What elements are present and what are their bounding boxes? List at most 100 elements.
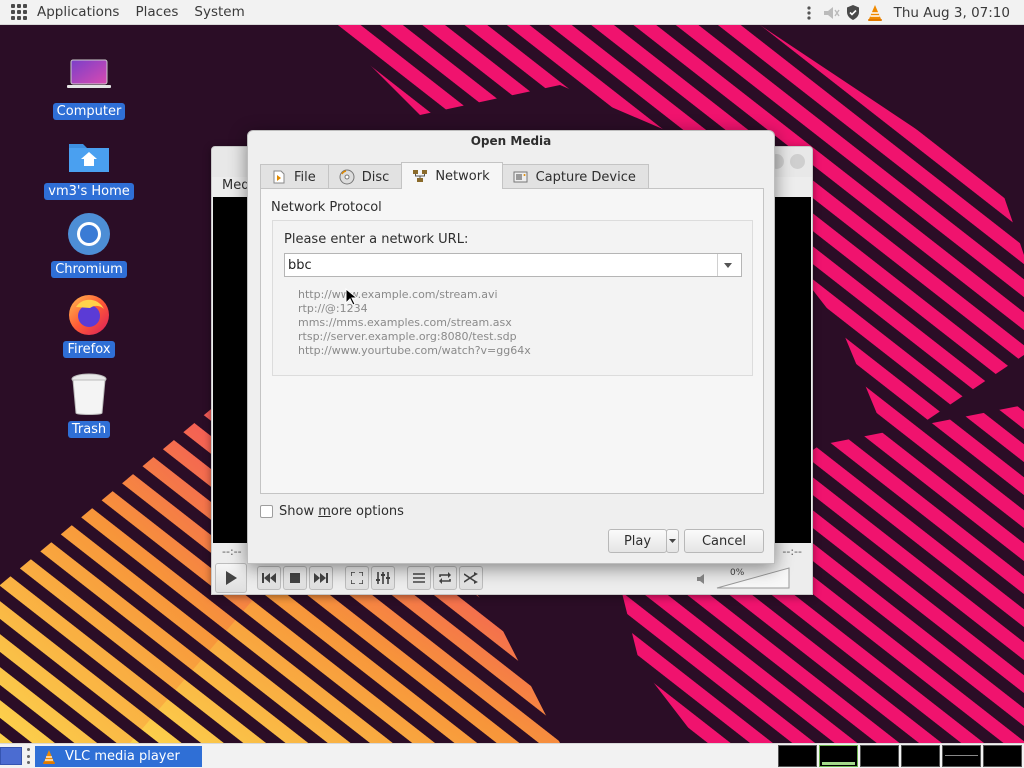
workspace-2[interactable] xyxy=(819,745,858,767)
extended-settings-button[interactable] xyxy=(371,566,395,590)
desktop-icon-label: Chromium xyxy=(51,261,127,278)
volume-level: 0% xyxy=(730,568,745,578)
file-icon xyxy=(271,169,287,185)
url-input[interactable] xyxy=(285,254,717,276)
show-more-checkbox[interactable] xyxy=(260,505,273,518)
desktop-icon-label: Firefox xyxy=(63,341,115,358)
taskbar-grip[interactable] xyxy=(27,748,31,764)
workspace-1[interactable] xyxy=(778,745,817,767)
stop-icon xyxy=(290,573,300,583)
play-button[interactable] xyxy=(215,563,247,593)
desktop-icon-label: vm3's Home xyxy=(44,183,134,200)
open-media-dialog: Open Media File Disc Network Capture Dev… xyxy=(247,130,775,564)
bottom-panel: VLC media player xyxy=(0,743,1024,768)
loop-icon xyxy=(439,572,451,584)
desktop-icon-firefox[interactable]: Firefox xyxy=(44,290,134,358)
places-menu[interactable]: Places xyxy=(127,0,186,25)
example-url: http://www.yourtube.com/watch?v=gg64x xyxy=(298,344,531,357)
taskbar-item-vlc[interactable]: VLC media player xyxy=(35,746,202,767)
shuffle-button[interactable] xyxy=(459,566,483,590)
vlc-controls: 0% xyxy=(212,561,812,595)
laptop-icon xyxy=(65,52,113,100)
menu-dots-icon[interactable] xyxy=(800,4,818,22)
previous-icon xyxy=(262,573,276,583)
chromium-icon xyxy=(65,210,113,258)
taskbar-item-label: VLC media player xyxy=(65,749,180,764)
loop-button[interactable] xyxy=(433,566,457,590)
stop-button[interactable] xyxy=(283,566,307,590)
url-dropdown-button[interactable] xyxy=(717,254,737,276)
system-tray: Thu Aug 3, 07:10 xyxy=(800,0,1024,25)
vlc-cone-icon xyxy=(43,749,55,764)
tab-label: Network xyxy=(435,168,490,184)
fullscreen-icon xyxy=(351,572,363,584)
show-more-label: Show more options xyxy=(279,504,404,519)
play-button-label: Play xyxy=(623,533,652,549)
workspace-4[interactable] xyxy=(901,745,940,767)
url-combobox[interactable] xyxy=(284,253,742,277)
time-elapsed: --:-- xyxy=(222,545,242,558)
previous-button[interactable] xyxy=(257,566,281,590)
network-tab-panel: Network Protocol Please enter a network … xyxy=(260,188,764,494)
tab-capture-device[interactable]: Capture Device xyxy=(501,164,649,189)
example-url: rtp://@:1234 xyxy=(298,302,368,315)
show-desktop-button[interactable] xyxy=(0,747,22,765)
volume-slider[interactable]: 0% xyxy=(716,567,790,593)
top-panel: Applications Places System Thu Aug 3, 07… xyxy=(0,0,1024,25)
playlist-icon xyxy=(413,573,425,583)
vlc-cone-icon[interactable] xyxy=(866,4,884,22)
time-total: --:-- xyxy=(782,545,802,558)
tab-label: Capture Device xyxy=(535,169,636,185)
tab-disc[interactable]: Disc xyxy=(327,164,403,189)
next-icon xyxy=(314,573,328,583)
workspace-6[interactable] xyxy=(983,745,1022,767)
applications-menu[interactable]: Applications xyxy=(29,0,127,25)
desktop-icon-label: Trash xyxy=(67,421,111,438)
equalizer-icon xyxy=(376,572,390,584)
tab-label: File xyxy=(294,169,316,185)
workspace-switcher xyxy=(778,745,1022,767)
home-folder-icon xyxy=(65,132,113,180)
desktop-icon-chromium[interactable]: Chromium xyxy=(44,210,134,278)
network-icon xyxy=(412,168,428,184)
volume-icon[interactable] xyxy=(696,573,708,589)
tab-bar: File Disc Network Capture Device xyxy=(260,162,649,189)
play-options-dropdown[interactable] xyxy=(666,529,679,553)
shuffle-icon xyxy=(464,572,478,584)
system-menu[interactable]: System xyxy=(186,0,252,25)
mouse-cursor xyxy=(345,287,359,310)
chevron-down-icon xyxy=(723,262,732,268)
chevron-down-icon xyxy=(669,539,676,543)
next-button[interactable] xyxy=(309,566,333,590)
desktop-icon-home[interactable]: vm3's Home xyxy=(44,132,134,200)
example-url: http://www.example.com/stream.avi xyxy=(298,288,498,301)
workspace-3[interactable] xyxy=(860,745,899,767)
close-button[interactable] xyxy=(790,154,805,169)
desktop-icon-computer[interactable]: Computer xyxy=(44,52,134,120)
volume-muted-icon[interactable] xyxy=(822,4,840,22)
tab-network[interactable]: Network xyxy=(401,162,503,189)
tab-file[interactable]: File xyxy=(260,164,329,189)
cancel-button-label: Cancel xyxy=(701,533,747,549)
example-url: rtsp://server.example.org:8080/test.sdp xyxy=(298,330,517,343)
workspace-5[interactable] xyxy=(942,745,981,767)
trash-icon xyxy=(65,370,113,418)
tab-label: Disc xyxy=(361,169,390,185)
shield-icon[interactable] xyxy=(844,4,862,22)
applications-grid-icon[interactable] xyxy=(11,4,27,20)
disc-icon xyxy=(339,169,355,185)
vlc-menu-media[interactable]: Med xyxy=(222,178,249,193)
show-more-options[interactable]: Show more options xyxy=(260,504,404,519)
desktop-icon-trash[interactable]: Trash xyxy=(44,370,134,438)
firefox-icon xyxy=(65,290,113,338)
desktop-icon-label: Computer xyxy=(52,103,126,120)
play-icon xyxy=(226,571,237,585)
network-protocol-title: Network Protocol xyxy=(271,200,382,215)
play-button[interactable]: Play xyxy=(608,529,667,553)
example-url: mms://mms.examples.com/stream.asx xyxy=(298,316,512,329)
cancel-button[interactable]: Cancel xyxy=(684,529,764,553)
playlist-button[interactable] xyxy=(407,566,431,590)
clock[interactable]: Thu Aug 3, 07:10 xyxy=(894,5,1010,21)
fullscreen-button[interactable] xyxy=(345,566,369,590)
capture-icon xyxy=(513,169,529,185)
